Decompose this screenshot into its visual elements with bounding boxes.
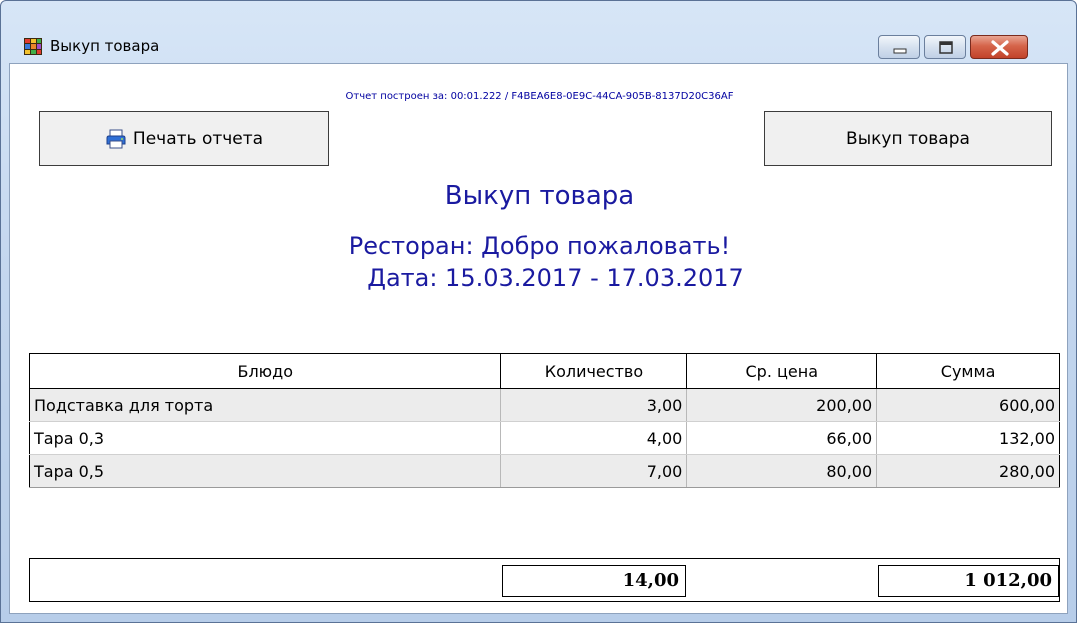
app-grid-icon <box>24 38 42 55</box>
print-report-label: Печать отчета <box>132 128 264 149</box>
table-header: Блюдо Количество Ср. цена Сумма <box>28 353 1060 389</box>
cell-dish: Тара 0,3 <box>28 421 502 455</box>
cell-avg-price: 80,00 <box>686 454 878 488</box>
buyout-button-label: Выкуп товара <box>846 128 970 149</box>
column-header-avg-price[interactable]: Ср. цена <box>686 353 878 389</box>
cell-qty: 3,00 <box>500 388 688 422</box>
column-header-dish[interactable]: Блюдо <box>28 353 502 389</box>
cell-avg-price: 66,00 <box>686 421 878 455</box>
cell-avg-price: 200,00 <box>686 388 878 422</box>
totals-footer: 14,00 1 012,00 <box>29 558 1060 602</box>
print-report-button[interactable]: Печать отчета <box>39 111 329 166</box>
column-header-sum[interactable]: Сумма <box>876 353 1060 389</box>
maximize-button[interactable] <box>924 35 966 59</box>
column-header-qty[interactable]: Количество <box>500 353 688 389</box>
cell-sum: 600,00 <box>876 388 1060 422</box>
app-window: Выкуп товара Отчет построен за: 00:01.22… <box>0 0 1077 623</box>
cell-qty: 4,00 <box>500 421 688 455</box>
build-info: Отчет построен за: 00:01.222 / F4BEA6E8-… <box>345 91 734 102</box>
printer-icon <box>106 129 126 148</box>
cell-dish: Подставка для торта <box>28 388 502 422</box>
cell-sum: 132,00 <box>876 421 1060 455</box>
minimize-icon <box>893 48 907 54</box>
window-title: Выкуп товара <box>50 37 160 55</box>
total-sum: 1 012,00 <box>878 565 1059 597</box>
table-row[interactable]: Тара 0,3 4,00 66,00 132,00 <box>28 421 1060 455</box>
maximize-icon <box>939 41 953 54</box>
buyout-button[interactable]: Выкуп товара <box>764 111 1052 166</box>
cell-qty: 7,00 <box>500 454 688 488</box>
cell-dish: Тара 0,5 <box>28 454 502 488</box>
restaurant-line: Ресторан: Добро пожаловать! <box>348 232 731 260</box>
report-title: Выкуп товара <box>444 181 635 211</box>
table-row[interactable]: Тара 0,5 7,00 80,00 280,00 <box>28 454 1060 488</box>
cell-sum: 280,00 <box>876 454 1060 488</box>
total-qty: 14,00 <box>502 565 686 597</box>
report-panel: Отчет построен за: 00:01.222 / F4BEA6E8-… <box>9 63 1068 614</box>
title-bar[interactable]: Выкуп товара <box>1 1 1076 61</box>
date-range-line: Дата: 15.03.2017 - 17.03.2017 <box>367 264 744 292</box>
table-row[interactable]: Подставка для торта 3,00 200,00 600,00 <box>28 388 1060 422</box>
close-icon <box>991 40 1009 56</box>
report-table: Блюдо Количество Ср. цена Сумма Подставк… <box>28 353 1060 488</box>
minimize-button[interactable] <box>878 35 920 59</box>
close-button[interactable] <box>970 35 1028 59</box>
